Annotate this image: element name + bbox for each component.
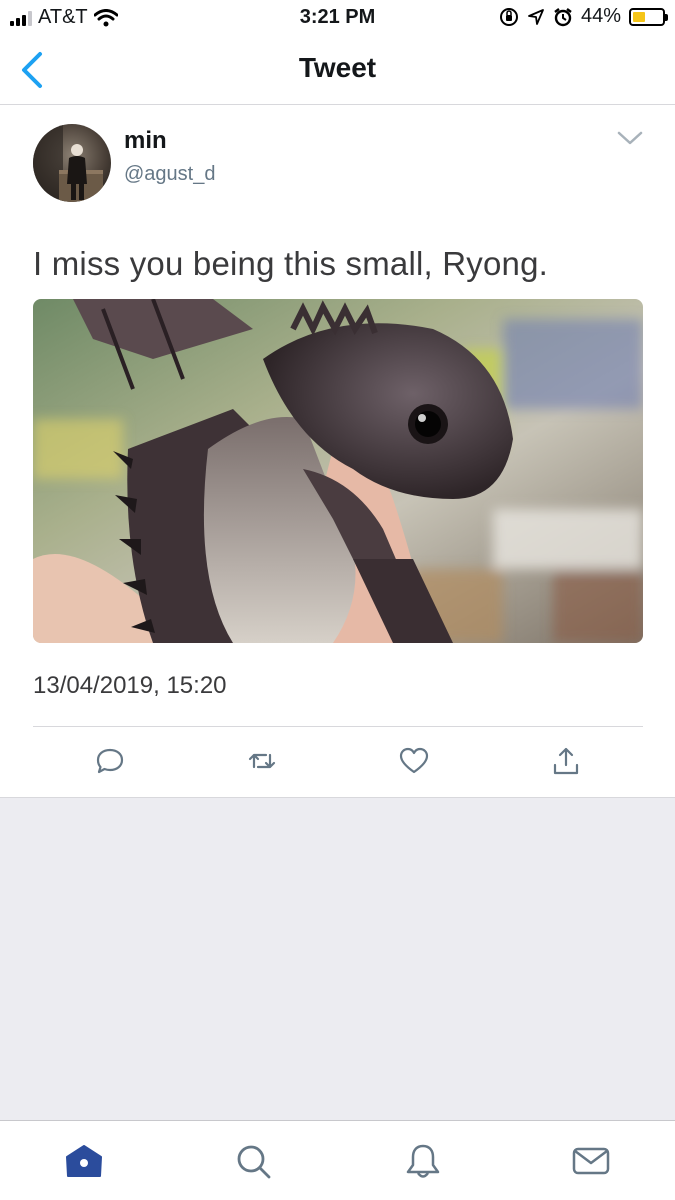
tweet-detail: min @agust_d I miss you being this small…	[0, 105, 675, 798]
alarm-icon	[554, 7, 572, 26]
notifications-icon[interactable]	[403, 1141, 443, 1181]
divider	[33, 726, 643, 727]
battery-icon	[629, 7, 668, 26]
display-name[interactable]: min	[124, 127, 167, 155]
messages-icon[interactable]	[571, 1141, 611, 1181]
battery-percent: 44%	[580, 5, 621, 27]
search-icon[interactable]	[233, 1141, 273, 1181]
status-bar: AT&T 3:21 PM 44%	[0, 0, 675, 36]
user-handle[interactable]: @agust_d	[124, 163, 215, 186]
battery-level	[633, 11, 646, 22]
tweet-timestamp: 13/04/2019, 15:20	[33, 672, 227, 699]
tab-bar	[0, 1120, 675, 1200]
avatar[interactable]	[33, 124, 111, 202]
status-bar-right: 44%	[499, 5, 668, 28]
page-title: Tweet	[298, 52, 377, 83]
like-icon[interactable]	[398, 745, 430, 777]
reply-icon[interactable]	[94, 745, 126, 777]
share-icon[interactable]	[550, 745, 582, 777]
chevron-down-icon[interactable]	[616, 129, 644, 147]
location-icon	[528, 8, 544, 25]
tweet-media-image[interactable]	[33, 299, 643, 643]
retweet-icon[interactable]	[246, 745, 278, 777]
orientation-lock-icon	[499, 7, 518, 26]
tweet-text: I miss you being this small, Ryong.	[33, 245, 549, 282]
home-icon[interactable]	[64, 1141, 104, 1181]
nav-bar: Tweet	[0, 36, 675, 105]
